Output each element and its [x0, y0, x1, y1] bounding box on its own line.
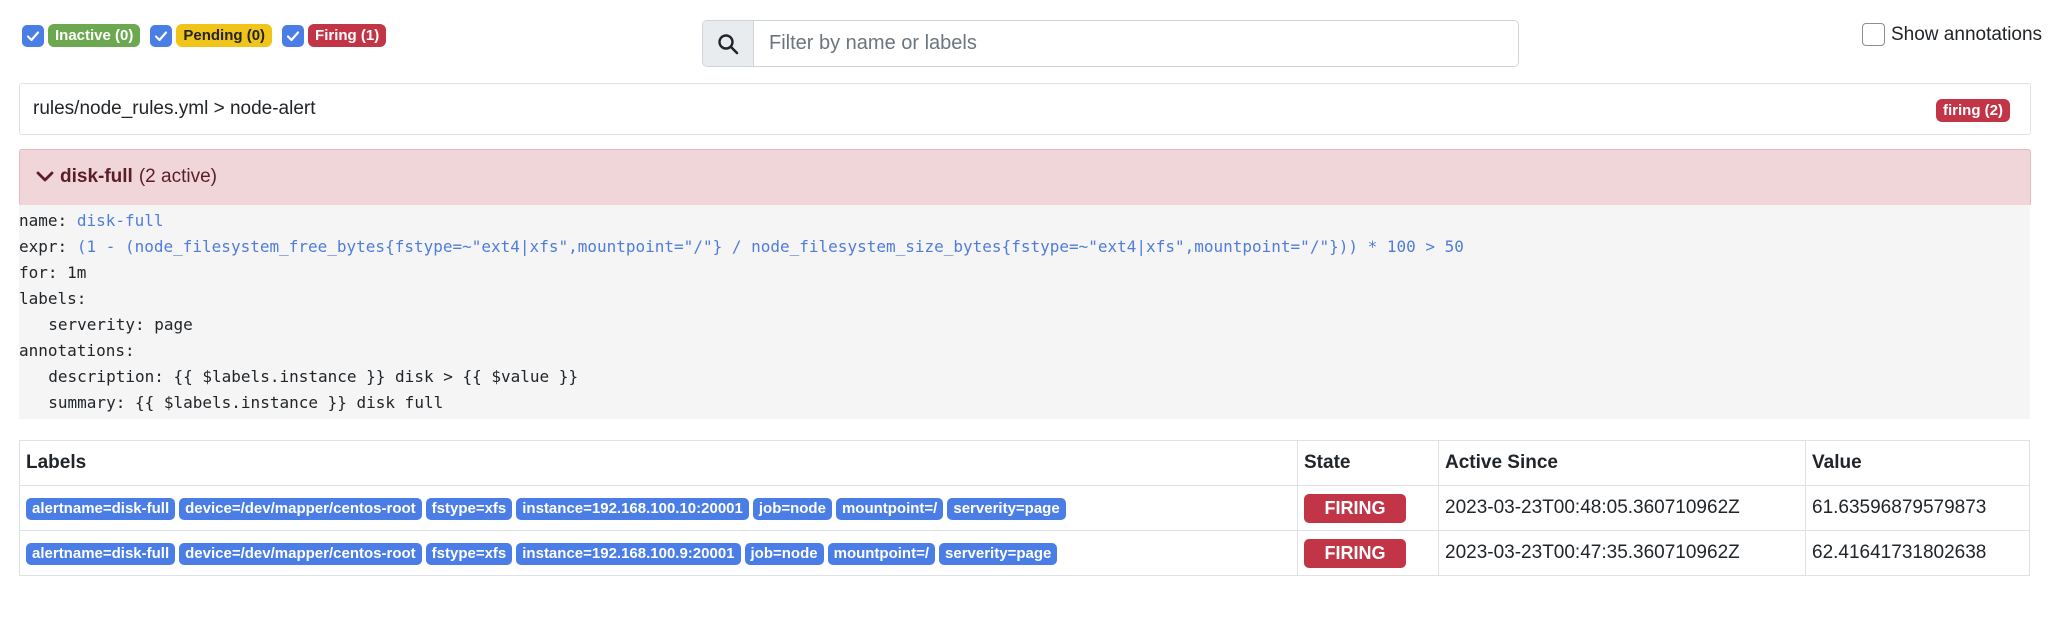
label-badge: alertname=disk-full [26, 542, 176, 565]
table-row: alertname=disk-full device=/dev/mapper/ce… [19, 485, 2030, 531]
rule-expr-link[interactable]: (1 - (node_filesystem_free_bytes{fstype=… [77, 237, 1464, 256]
search-box [702, 20, 1519, 67]
state-filters: Inactive (0) Pending (0) Firing (1) [22, 24, 396, 47]
label-badge: job=node [752, 497, 832, 520]
search-input[interactable] [754, 21, 1518, 66]
label-badge: instance=192.168.100.9:20001 [516, 542, 741, 565]
active-since-cell: 2023-03-23T00:48:05.360710962Z [1438, 485, 1806, 531]
label-badge: mountpoint=/ [835, 497, 944, 520]
yaml-for-line: for: 1m [19, 263, 87, 282]
inactive-checkbox[interactable] [22, 24, 44, 47]
chevron-down-icon[interactable] [36, 170, 54, 184]
group-firing-badge: firing (2) [1936, 99, 2010, 122]
yaml-name-line: name: disk-full [19, 211, 164, 230]
yaml-label-line: serverity: page [29, 315, 193, 334]
check-icon [286, 30, 300, 41]
alerts-table: Labels State Active Since Value alertnam… [19, 440, 2030, 576]
label-badge: instance=192.168.100.10:20001 [516, 497, 749, 520]
rule-group-title: rules/node_rules.yml > node-alert [33, 98, 316, 119]
label-badge: device=/dev/mapper/centos-root [179, 542, 422, 565]
labels-cell: alertname=disk-full device=/dev/mapper/ce… [19, 530, 1298, 576]
rule-header[interactable]: disk-full (2 active) [19, 149, 2031, 206]
firing-state-badge: FIRING [1304, 538, 1406, 568]
show-annotations-checkbox[interactable] [1862, 23, 1885, 46]
state-header: State [1297, 440, 1439, 486]
state-cell: FIRING [1297, 530, 1439, 576]
rule-name-link[interactable]: disk-full [77, 211, 164, 230]
yaml-labels-key: labels: [19, 289, 87, 308]
search-icon [718, 33, 739, 54]
label-badge: mountpoint=/ [827, 542, 936, 565]
yaml-key: expr: [19, 237, 68, 256]
rule-group-header: rules/node_rules.yml > node-alert firing… [19, 83, 2031, 135]
yaml-description-line: description: {{ $labels.instance }} disk… [29, 367, 579, 386]
label-badge: serverity=page [947, 497, 1066, 520]
yaml-summary-line: summary: {{ $labels.instance }} disk ful… [29, 393, 444, 412]
state-cell: FIRING [1297, 485, 1439, 531]
table-header-row: Labels State Active Since Value [19, 440, 2030, 486]
active-since-cell: 2023-03-23T00:47:35.360710962Z [1438, 530, 1806, 576]
pending-filter-badge[interactable]: Pending (0) [176, 24, 273, 47]
rule-name[interactable]: disk-full [60, 166, 133, 188]
rule-active-count: (2 active) [138, 166, 217, 187]
value-cell: 61.63596879579873 [1805, 485, 2030, 531]
label-badge: fstype=xfs [425, 542, 513, 565]
toolbar: Inactive (0) Pending (0) Firing (1) Show… [0, 0, 2048, 80]
rule-definition: name: disk-full expr: (1 - (node_filesys… [19, 205, 2030, 419]
label-badge: alertname=disk-full [26, 497, 176, 520]
label-badge: fstype=xfs [425, 497, 513, 520]
firing-state-badge: FIRING [1304, 493, 1406, 523]
firing-checkbox[interactable] [282, 24, 305, 47]
yaml-key: name: [19, 211, 68, 230]
table-row: alertname=disk-full device=/dev/mapper/ce… [19, 530, 2030, 576]
show-annotations-toggle[interactable]: Show annotations [1862, 23, 2042, 46]
label-badge: device=/dev/mapper/centos-root [179, 497, 422, 520]
yaml-annotations-key: annotations: [19, 341, 135, 360]
check-icon [155, 30, 168, 41]
label-badge: serverity=page [939, 542, 1058, 565]
labels-header: Labels [19, 440, 1298, 486]
active-since-header: Active Since [1438, 440, 1806, 486]
yaml-expr-line: expr: (1 - (node_filesystem_free_bytes{f… [19, 237, 1464, 256]
labels-cell: alertname=disk-full device=/dev/mapper/ce… [19, 485, 1298, 531]
inactive-filter-badge[interactable]: Inactive (0) [48, 24, 141, 47]
check-icon [26, 30, 40, 41]
value-cell: 62.41641731802638 [1805, 530, 2030, 576]
firing-filter-badge[interactable]: Firing (1) [308, 24, 387, 47]
value-header: Value [1805, 440, 2030, 486]
search-button[interactable] [703, 21, 754, 66]
pending-checkbox[interactable] [150, 24, 173, 47]
show-annotations-label: Show annotations [1891, 23, 2043, 45]
label-badge: job=node [744, 542, 824, 565]
